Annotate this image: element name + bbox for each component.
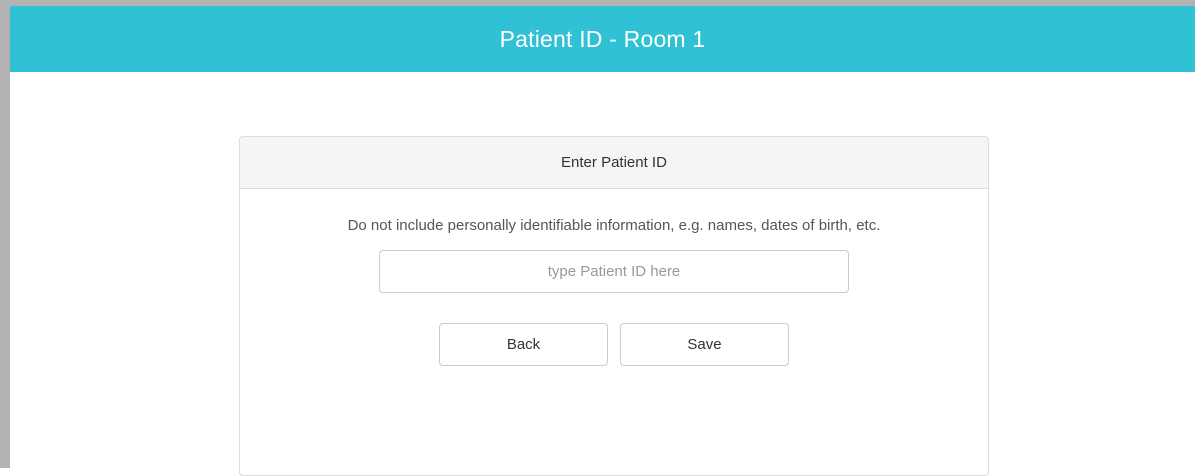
back-button[interactable]: Back [439,323,608,366]
patient-id-card: Enter Patient ID Do not include personal… [239,136,989,476]
save-button[interactable]: Save [620,323,789,366]
patient-id-input[interactable] [379,250,849,293]
app-window: Patient ID - Room 1 Enter Patient ID Do … [0,0,1195,476]
card-header: Enter Patient ID [240,137,988,189]
privacy-notice: Do not include personally identifiable i… [347,217,881,234]
window-left-border [0,0,10,468]
card-title: Enter Patient ID [561,154,667,171]
header-bar: Patient ID - Room 1 [10,6,1195,72]
page-title: Patient ID - Room 1 [499,25,706,52]
